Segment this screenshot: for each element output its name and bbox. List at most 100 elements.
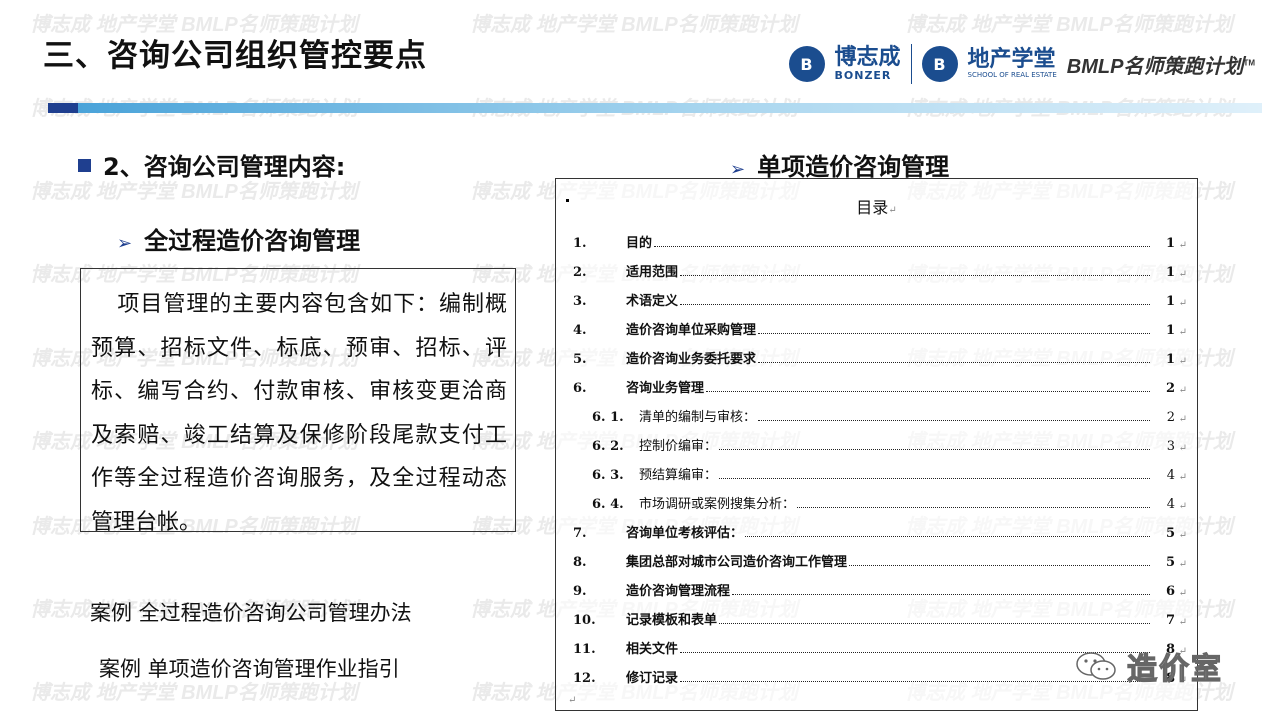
- subheading-single-item: ➢ 单项造价咨询管理: [730, 147, 949, 182]
- toc-number: 11.: [573, 642, 596, 657]
- toc-label-text: 修订记录: [626, 671, 679, 686]
- return-mark: ↵: [1178, 327, 1187, 338]
- toc-label: 市场调研或案例搜集分析：: [639, 493, 1152, 512]
- toc-label: 造价咨询业务委托要求: [626, 348, 1152, 367]
- toc-label-text: 术语定义: [626, 294, 679, 309]
- bmlp-text: BMLP名师策跑计划: [1066, 55, 1244, 78]
- toc-page-number: 1: [1165, 352, 1175, 367]
- toc-label-text: 市场调研或案例搜集分析：: [639, 497, 796, 512]
- toc-row[interactable]: 8. 集团总部对城市公司造价咨询工作管理 5 ↵: [556, 552, 1197, 572]
- toc-label-text: 控制价编审：: [639, 439, 718, 454]
- toc-title-text: 目录: [856, 198, 889, 217]
- toc-title: 目录↵: [556, 194, 1197, 218]
- arrow-bullet-icon: ➢: [730, 159, 746, 180]
- subheading-full-process: ➢ 全过程造价咨询管理: [117, 221, 360, 256]
- bmlp-logo: BMLP名师策跑计划TM: [1067, 50, 1255, 79]
- toc-label-text: 集团总部对城市公司造价咨询工作管理: [626, 555, 848, 570]
- case-link-1[interactable]: 案例 全过程造价咨询公司管理办法: [90, 597, 412, 627]
- toc-leader-dots: [732, 594, 1150, 595]
- bmlp-tm: TM: [1243, 57, 1255, 67]
- subheading-full-process-text: 全过程造价咨询管理: [144, 227, 361, 255]
- toc-number: 6. 3.: [592, 468, 624, 483]
- toc-leader-dots: [719, 449, 1150, 450]
- toc-label: 相关文件: [626, 638, 1152, 657]
- toc-leader-dots: [849, 565, 1150, 566]
- toc-leader-dots: [758, 333, 1150, 334]
- case-link-2[interactable]: 案例 单项造价咨询管理作业指引: [99, 653, 400, 683]
- toc-label-text: 预结算编审：: [639, 468, 718, 483]
- toc-row[interactable]: 5. 造价咨询业务委托要求 1 ↵: [556, 349, 1197, 369]
- toc-page-number: 1: [1165, 265, 1175, 280]
- toc-document: 目录↵ 1. 目的 1 ↵ 2. 适用范围 1 ↵ 3. 术语定义 1 ↵ 4. 造价咨询单位采购管理 1 ↵…: [555, 178, 1198, 711]
- toc-number: 6.: [573, 381, 587, 396]
- toc-leader-dots: [797, 507, 1150, 508]
- logo-divider: [910, 44, 912, 84]
- school-cn: 地产学堂: [967, 47, 1056, 72]
- toc-row[interactable]: 4. 造价咨询单位采购管理 1 ↵: [556, 320, 1197, 340]
- toc-label: 术语定义: [626, 290, 1152, 309]
- toc-leader-dots: [719, 478, 1150, 479]
- wechat-label: 造价室: [1126, 651, 1223, 687]
- watermark-tile: 博志成 地产学堂 BMLP名师策跑计划: [905, 14, 1233, 36]
- toc-label: 适用范围: [626, 261, 1152, 280]
- brand-logos: B 博志成 BONZER B 地产学堂 SCHOOL OF REAL ESTAT…: [788, 42, 1255, 86]
- toc-row[interactable]: 1. 目的 1 ↵: [556, 233, 1197, 253]
- school-en: SCHOOL OF REAL ESTATE: [967, 71, 1057, 79]
- toc-number: 6. 1.: [592, 410, 624, 425]
- toc-row[interactable]: 6. 咨询业务管理 2 ↵: [556, 378, 1197, 398]
- toc-row[interactable]: 3. 术语定义 1 ↵: [556, 291, 1197, 311]
- toc-row[interactable]: 6. 3. 预结算编审： 4 ↵: [556, 465, 1197, 485]
- toc-label-text: 造价咨询管理流程: [626, 584, 731, 599]
- toc-row[interactable]: 6. 4. 市场调研或案例搜集分析： 4 ↵: [556, 494, 1197, 514]
- return-mark: ↵: [1178, 443, 1187, 454]
- toc-number: 8.: [573, 555, 587, 570]
- toc-page-number: 1: [1165, 236, 1175, 251]
- toc-page-number: 4: [1166, 468, 1175, 483]
- return-mark: ↵: [1178, 269, 1187, 280]
- toc-row[interactable]: 6. 1. 清单的编制与审核： 2 ↵: [556, 407, 1197, 427]
- content-textbox: 项目管理的主要内容包含如下：编制概预算、招标文件、标底、预审、招标、评标、编写合…: [80, 268, 516, 535]
- school-logo-text: 地产学堂 SCHOOL OF REAL ESTATE: [967, 47, 1057, 80]
- toc-label: 目的: [626, 232, 1152, 251]
- toc-row[interactable]: 9. 造价咨询管理流程 6 ↵: [556, 581, 1197, 601]
- toc-leader-dots: [745, 536, 1150, 537]
- return-mark: ↵: [1178, 530, 1187, 541]
- toc-page-number: 2: [1165, 381, 1175, 396]
- bonzer-logo-text: 博志成 BONZER: [834, 46, 901, 82]
- toc-row[interactable]: 7. 咨询单位考核评估： 5 ↵: [556, 523, 1197, 543]
- toc-label-text: 相关文件: [626, 642, 679, 657]
- toc-number: 1.: [573, 236, 587, 251]
- return-mark: ↵: [1178, 501, 1187, 512]
- toc-row[interactable]: 6. 2. 控制价编审： 3 ↵: [556, 436, 1197, 456]
- toc-label-text: 适用范围: [626, 265, 679, 280]
- toc-number: 9.: [573, 584, 587, 599]
- toc-label-text: 造价咨询业务委托要求: [626, 352, 757, 367]
- toc-leader-dots: [680, 304, 1150, 305]
- toc-page-number: 5: [1165, 555, 1175, 570]
- school-logo-icon: B: [921, 46, 958, 82]
- return-mark: ↵: [1178, 414, 1187, 425]
- toc-label: 造价咨询管理流程: [626, 580, 1152, 599]
- return-mark: ↵: [568, 695, 577, 706]
- toc-page-number: 5: [1165, 526, 1175, 541]
- toc-label-text: 咨询业务管理: [626, 381, 705, 396]
- subheading-single-item-text: 单项造价咨询管理: [757, 153, 950, 181]
- arrow-bullet-icon: ➢: [117, 233, 133, 254]
- square-bullet-icon: [78, 159, 91, 172]
- wechat-icon: [1075, 650, 1117, 682]
- toc-number: 5.: [573, 352, 587, 367]
- toc-label-text: 清单的编制与审核：: [639, 410, 757, 425]
- toc-label-text: 咨询单位考核评估：: [626, 526, 744, 541]
- toc-label: 预结算编审：: [639, 464, 1152, 483]
- toc-row[interactable]: 10. 记录模板和表单 7 ↵: [556, 610, 1197, 630]
- toc-label: 清单的编制与审核：: [639, 406, 1152, 425]
- section-heading: 2、咨询公司管理内容:: [78, 147, 345, 182]
- toc-label: 咨询业务管理: [626, 377, 1152, 396]
- return-mark: ↵: [1178, 240, 1187, 251]
- return-mark: ↵: [1178, 298, 1187, 309]
- toc-row[interactable]: 2. 适用范围 1 ↵: [556, 262, 1197, 282]
- bonzer-en: BONZER: [834, 68, 892, 82]
- toc-page-number: 2: [1166, 410, 1175, 425]
- bonzer-logo-icon: B: [788, 46, 825, 82]
- toc-leader-dots: [680, 275, 1150, 276]
